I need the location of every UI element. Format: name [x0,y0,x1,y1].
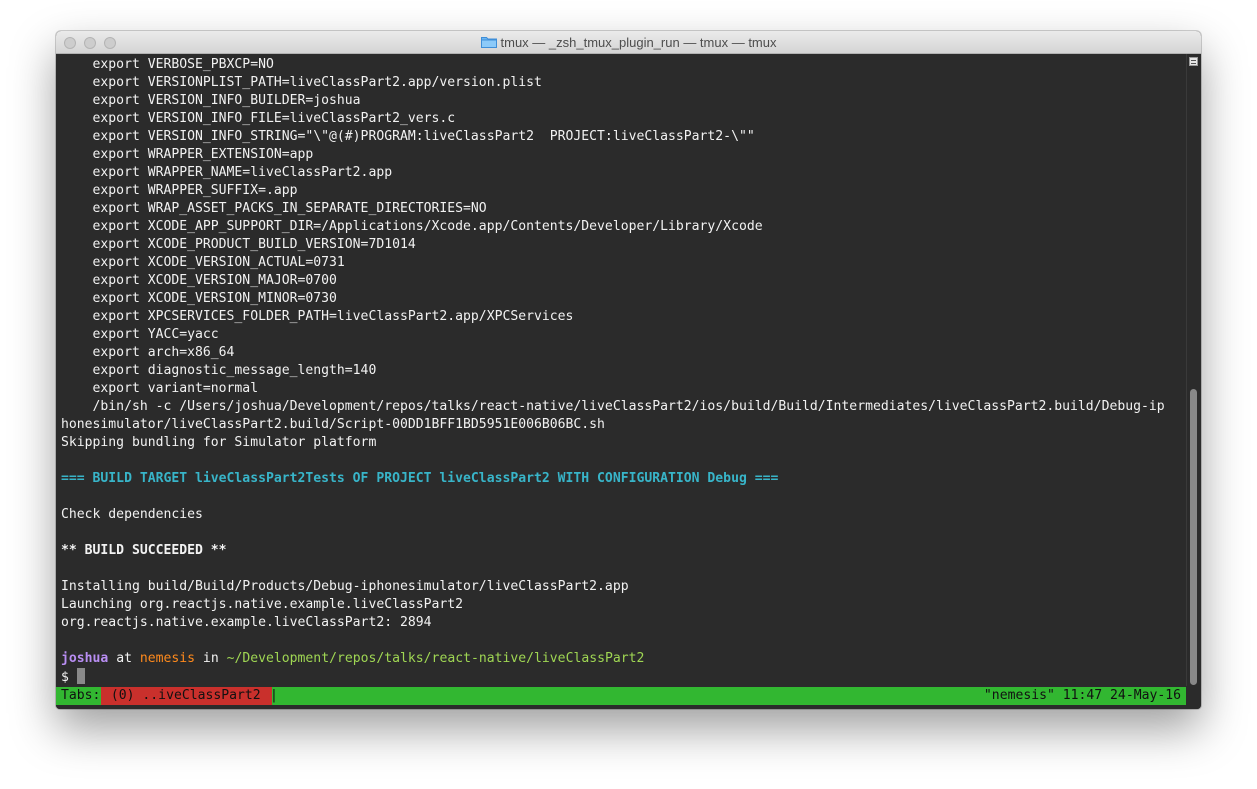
status-separator: | [270,688,278,703]
tmux-status-bar: Tabs: (0) ..iveClassPart2 | "nemesis" 11… [56,687,1186,705]
window-bottom-edge [56,705,1201,709]
output-line: org.reactjs.native.example.liveClassPart… [61,615,432,630]
output-line: export XCODE_APP_SUPPORT_DIR=/Applicatio… [61,219,763,234]
prompt-symbol: $ [61,670,77,685]
output-line: export diagnostic_message_length=140 [61,363,377,378]
output-line: /bin/sh -c /Users/joshua/Development/rep… [61,399,1165,414]
output-line: export XCODE_PRODUCT_BUILD_VERSION=7D101… [61,237,416,252]
prompt-path: ~/Development/repos/talks/react-native/l… [226,651,645,666]
text-cursor [76,668,85,684]
output-line: export WRAP_ASSET_PACKS_IN_SEPARATE_DIRE… [61,201,487,216]
output-line: Installing build/Build/Products/Debug-ip… [61,579,629,594]
prompt-in: in [195,651,227,666]
prompt-user: joshua [61,651,109,666]
build-target-header: === BUILD TARGET liveClassPart2Tests OF … [61,471,779,486]
terminal-window: tmux — _zsh_tmux_plugin_run — tmux — tmu… [56,31,1201,709]
output-line: export VERSIONPLIST_PATH=liveClassPart2.… [61,75,542,90]
output-line: honesimulator/liveClassPart2.build/Scrip… [61,417,605,432]
command-input-line[interactable]: $ [61,668,1186,686]
output-line: export variant=normal [61,381,259,396]
output-line: export XCODE_VERSION_MAJOR=0700 [61,273,337,288]
output-line: Skipping bundling for Simulator platform [61,435,377,450]
output-line: export arch=x86_64 [61,345,235,360]
window-title-container: tmux — _zsh_tmux_plugin_run — tmux — tmu… [56,31,1201,54]
prompt-host: nemesis [139,651,196,666]
tmux-window-tab-active[interactable]: (0) ..iveClassPart2 [101,687,272,705]
output-line: export WRAPPER_SUFFIX=.app [61,183,298,198]
output-line: export XCODE_VERSION_ACTUAL=0731 [61,255,345,270]
scrollbar-thumb[interactable] [1190,389,1197,685]
status-host-time: "nemesis" 11:47 24-May-16 [983,688,1181,703]
status-tabs-label: Tabs: [61,688,101,703]
vertical-scrollbar[interactable] [1186,54,1201,686]
output-line: export WRAPPER_EXTENSION=app [61,147,314,162]
output-line: export XCODE_VERSION_MINOR=0730 [61,291,337,306]
terminal-output[interactable]: export VERBOSE_PBXCP=NO export VERSIONPL… [56,54,1186,709]
output-line: export VERSION_INFO_BUILDER=joshua [61,93,361,108]
window-title: tmux — _zsh_tmux_plugin_run — tmux — tmu… [500,35,777,50]
output-line: export VERBOSE_PBXCP=NO [61,57,274,72]
output-line: export VERSION_INFO_FILE=liveClassPart2_… [61,111,456,126]
output-line: Check dependencies [61,507,203,522]
title-bar[interactable]: tmux — _zsh_tmux_plugin_run — tmux — tmu… [56,31,1201,54]
split-pane-icon[interactable] [1189,57,1198,66]
build-succeeded-message: ** BUILD SUCCEEDED ** [61,543,227,558]
output-line: Launching org.reactjs.native.example.liv… [61,597,464,612]
folder-icon [480,37,497,48]
output-line: export WRAPPER_NAME=liveClassPart2.app [61,165,393,180]
output-line: export XPCSERVICES_FOLDER_PATH=liveClass… [61,309,574,324]
output-line: export VERSION_INFO_STRING="\"@(#)PROGRA… [61,129,755,144]
prompt-at: at [108,651,140,666]
prompt-line: joshua at nemesis in ~/Development/repos… [61,650,1186,668]
output-line: export YACC=yacc [61,327,219,342]
